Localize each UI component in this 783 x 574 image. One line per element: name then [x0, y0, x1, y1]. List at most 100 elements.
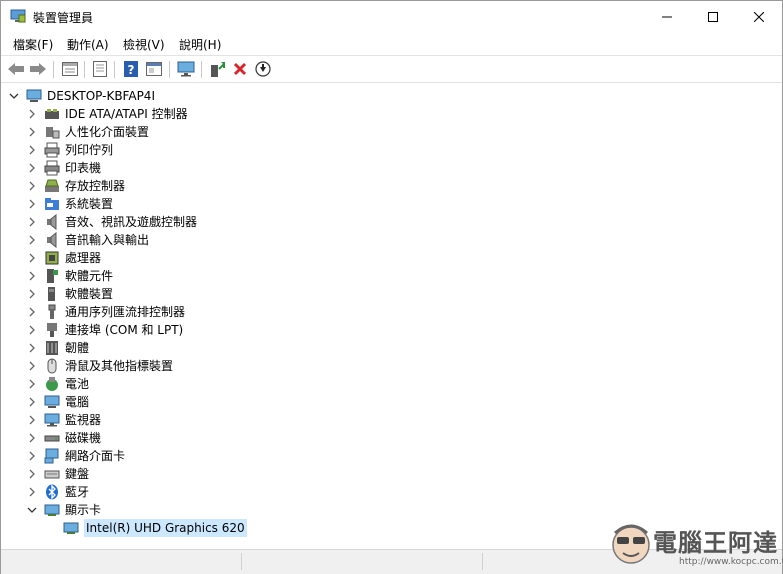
tree-category-row[interactable]: 連接埠 (COM 和 LPT)	[27, 321, 183, 339]
status-cell	[1, 553, 242, 570]
monitor-icon[interactable]	[177, 60, 195, 78]
tree-category-row[interactable]: IDE ATA/ATAPI 控制器	[27, 105, 188, 123]
tree-category-row[interactable]: 軟體裝置	[27, 285, 113, 303]
chevron-right-icon[interactable]	[27, 249, 37, 267]
computer-root-icon	[26, 88, 42, 104]
tree-category-row[interactable]: 磁碟機	[27, 429, 101, 447]
tree-category-row[interactable]: 人性化介面裝置	[27, 123, 149, 141]
mascot-icon	[612, 524, 650, 564]
category-label: 連接埠 (COM 和 LPT)	[65, 323, 184, 337]
category-label: 音效、視訊及遊戲控制器	[65, 215, 198, 229]
chevron-down-icon[interactable]	[9, 87, 19, 105]
category-label: 存放控制器	[65, 179, 126, 193]
status-cell	[242, 553, 483, 570]
action-icon[interactable]	[145, 60, 163, 78]
tree-category-row[interactable]: 通用序列匯流排控制器	[27, 303, 185, 321]
watermark-text: 電腦王阿達	[653, 529, 778, 557]
uninstall-icon[interactable]	[231, 60, 249, 78]
chevron-right-icon[interactable]	[27, 429, 37, 447]
tree-category-row[interactable]: 電腦	[27, 393, 89, 411]
chevron-right-icon[interactable]	[27, 105, 37, 123]
chevron-right-icon[interactable]	[27, 339, 37, 357]
chevron-right-icon[interactable]	[27, 483, 37, 501]
watermark-logo: 電腦王阿達 http://www.kocpc.com.tw	[609, 519, 783, 571]
chevron-right-icon[interactable]	[27, 267, 37, 285]
category-label: 滑鼠及其他指標裝置	[65, 359, 174, 373]
update-driver-icon[interactable]	[208, 60, 226, 78]
menu-view[interactable]: 檢視(V)	[123, 36, 165, 53]
chevron-down-icon[interactable]	[27, 501, 37, 519]
chevron-right-icon[interactable]	[27, 213, 37, 231]
chevron-right-icon[interactable]	[27, 465, 37, 483]
display-adapter-icon	[44, 502, 60, 518]
menu-action[interactable]: 動作(A)	[67, 36, 109, 53]
device-tree[interactable]: DESKTOP-KBFAP4I IDE ATA/ATAPI 控制器 人性化介面裝置…	[1, 83, 782, 549]
audio-io-icon	[44, 232, 60, 248]
tree-category-row[interactable]: 鍵盤	[27, 465, 89, 483]
tree-category-row[interactable]: 電池	[27, 375, 89, 393]
chevron-right-icon[interactable]	[27, 357, 37, 375]
chevron-right-icon[interactable]	[27, 321, 37, 339]
close-button[interactable]	[736, 1, 782, 32]
tree-category-row[interactable]: 藍牙	[27, 483, 89, 501]
tree-category-row[interactable]: 軟體元件	[27, 267, 113, 285]
ide-controller-icon	[44, 106, 60, 122]
keyboard-icon	[44, 466, 60, 482]
category-label: 音訊輸入與輸出	[65, 233, 150, 247]
maximize-button[interactable]	[690, 1, 736, 32]
port-icon	[44, 322, 60, 338]
display-adapter-child-icon	[63, 520, 79, 536]
tree-category-row[interactable]: 顯示卡	[27, 501, 101, 519]
chevron-right-icon[interactable]	[27, 303, 37, 321]
tree-category-row[interactable]: 處理器	[27, 249, 101, 267]
minimize-button[interactable]	[644, 1, 690, 32]
driver-icon[interactable]	[91, 60, 109, 78]
tree-category-row[interactable]: 網路介面卡	[27, 447, 125, 465]
chevron-right-icon[interactable]	[27, 393, 37, 411]
chevron-right-icon[interactable]	[27, 411, 37, 429]
printer-icon	[44, 160, 60, 176]
tree-child-row[interactable]: Intel(R) UHD Graphics 620	[63, 519, 247, 537]
tree-category-row[interactable]: 滑鼠及其他指標裝置	[27, 357, 173, 375]
properties-icon[interactable]	[61, 60, 79, 78]
tree-category-row[interactable]: 韌體	[27, 339, 89, 357]
menu-help[interactable]: 說明(H)	[179, 36, 221, 53]
chevron-right-icon[interactable]	[27, 159, 37, 177]
category-label: 電池	[65, 377, 90, 391]
tree-category-row[interactable]: 監視器	[27, 411, 101, 429]
tree-root[interactable]: DESKTOP-KBFAP4I	[9, 87, 155, 105]
disk-drive-icon	[44, 430, 60, 446]
category-label: 電腦	[65, 395, 90, 409]
chevron-right-icon[interactable]	[27, 195, 37, 213]
category-label: 磁碟機	[65, 431, 102, 445]
mouse-icon	[44, 358, 60, 374]
chevron-right-icon[interactable]	[27, 177, 37, 195]
menu-bar: 檔案(F) 動作(A) 檢視(V) 說明(H)	[1, 32, 782, 54]
chevron-right-icon[interactable]	[27, 447, 37, 465]
tree-category-row[interactable]: 音效、視訊及遊戲控制器	[27, 213, 197, 231]
help-icon[interactable]: ?	[122, 60, 140, 78]
toolbar-separator	[169, 61, 170, 78]
category-label: 鍵盤	[65, 467, 90, 481]
chevron-right-icon[interactable]	[27, 141, 37, 159]
forward-arrow-icon[interactable]	[29, 60, 47, 78]
download-icon[interactable]	[254, 60, 272, 78]
tree-category-row[interactable]: 系統裝置	[27, 195, 113, 213]
firmware-icon	[44, 340, 60, 356]
back-arrow-icon[interactable]	[7, 60, 25, 78]
chevron-right-icon[interactable]	[27, 123, 37, 141]
title-bar: 裝置管理員	[1, 1, 782, 32]
processor-icon	[44, 250, 60, 266]
chevron-right-icon[interactable]	[27, 231, 37, 249]
tree-category-row[interactable]: 印表機	[27, 159, 101, 177]
chevron-right-icon[interactable]	[27, 375, 37, 393]
category-label: 列印佇列	[65, 143, 114, 157]
tree-category-row[interactable]: 音訊輸入與輸出	[27, 231, 149, 249]
category-label: 軟體元件	[65, 269, 114, 283]
tree-category-row[interactable]: 列印佇列	[27, 141, 113, 159]
category-label: 顯示卡	[65, 503, 102, 517]
toolbar: ?	[1, 55, 782, 83]
tree-category-row[interactable]: 存放控制器	[27, 177, 125, 195]
chevron-right-icon[interactable]	[27, 285, 37, 303]
menu-file[interactable]: 檔案(F)	[13, 36, 53, 53]
